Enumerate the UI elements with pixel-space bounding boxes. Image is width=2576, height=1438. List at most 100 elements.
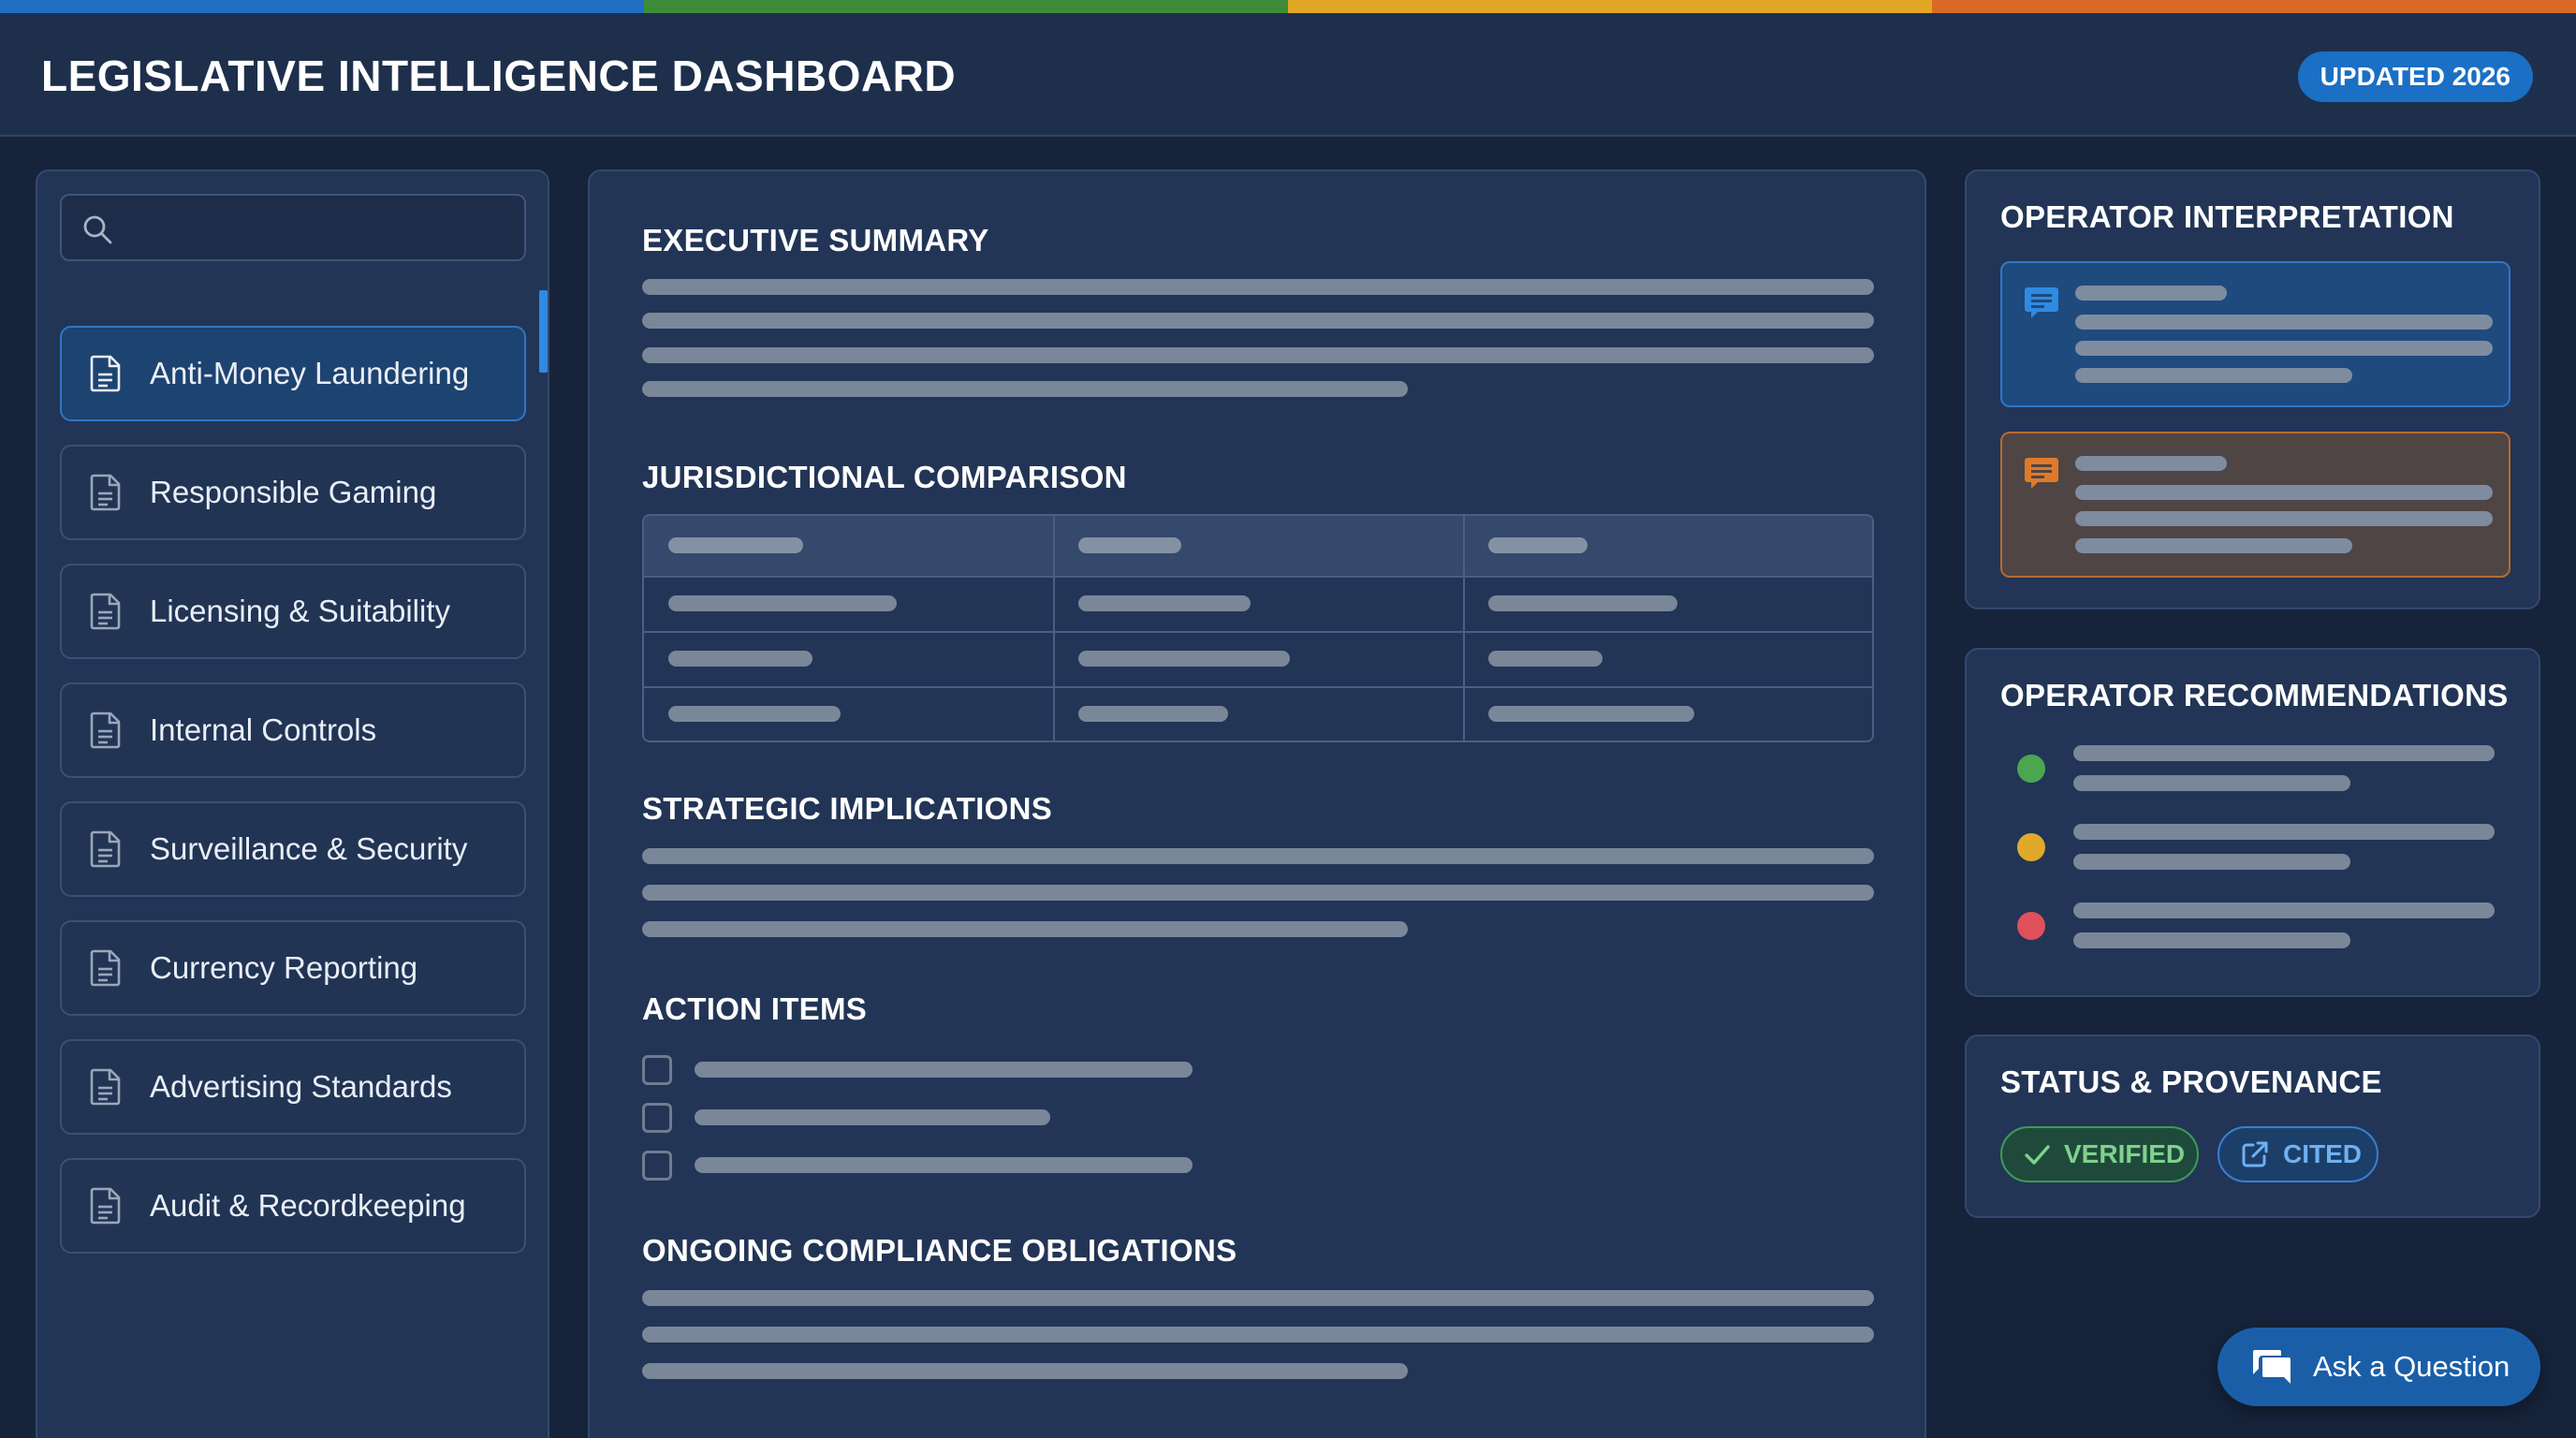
table-cell (1078, 706, 1228, 722)
operator-interpretation-panel: OPERATOR INTERPRETATION (1965, 169, 2540, 609)
panel-heading-recommendations: OPERATOR RECOMMENDATIONS (2000, 678, 2509, 712)
table-cell (1078, 651, 1290, 667)
document-icon (90, 712, 121, 749)
action-item-text (695, 1157, 1193, 1173)
status-dot-red (2017, 912, 2045, 940)
panel-heading-interpretation: OPERATOR INTERPRETATION (2000, 199, 2454, 234)
panel-heading-status: STATUS & PROVENANCE (2000, 1064, 2382, 1099)
action-item-text (695, 1062, 1193, 1078)
text-line-placeholder (642, 885, 1874, 901)
status-dot-green (2017, 755, 2045, 783)
sidebar-item-label: Audit & Recordkeeping (150, 1188, 466, 1223)
header-bar: LEGISLATIVE INTELLIGENCE DASHBOARD UPDAT… (0, 13, 2576, 137)
recommendation-text (2073, 902, 2495, 918)
table-divider (644, 686, 1872, 688)
document-icon (90, 355, 121, 392)
sidebar-item[interactable]: Audit & Recordkeeping (60, 1158, 526, 1254)
table-header-row (644, 516, 1872, 576)
accent-segment-blue (0, 0, 644, 13)
table-divider (1463, 516, 1465, 741)
sidebar-item[interactable]: Licensing & Suitability (60, 564, 526, 659)
search-input[interactable] (127, 205, 511, 252)
search-box[interactable] (60, 194, 526, 261)
section-heading-jurisdictional-comparison: JURISDICTIONAL COMPARISON (642, 460, 1127, 494)
sidebar-item-label: Currency Reporting (150, 950, 418, 985)
ask-question-button[interactable]: Ask a Question (2217, 1328, 2540, 1406)
accent-strip (0, 0, 2576, 13)
interpretation-card[interactable] (2000, 432, 2510, 578)
section-heading-strategic-implications: STRATEGIC IMPLICATIONS (642, 791, 1053, 826)
text-line-placeholder (642, 1363, 1408, 1379)
sidebar-item-label: Surveillance & Security (150, 831, 468, 866)
recommendation-text (2073, 824, 2495, 840)
sidebar-item[interactable]: Advertising Standards (60, 1039, 526, 1135)
sidebar-item-label: Advertising Standards (150, 1069, 452, 1104)
table-header-cell (1488, 537, 1588, 553)
sidebar-item[interactable]: Responsible Gaming (60, 445, 526, 540)
action-item-checkbox[interactable] (642, 1151, 672, 1181)
operator-recommendations-panel: OPERATOR RECOMMENDATIONS (1965, 648, 2540, 997)
text-line-placeholder (642, 1290, 1874, 1306)
verified-label: VERIFIED (2064, 1139, 2186, 1168)
chat-icon (2253, 1350, 2291, 1384)
document-icon (90, 949, 121, 987)
document-icon (90, 830, 121, 868)
table-cell (1078, 595, 1251, 611)
comment-icon (2025, 287, 2058, 318)
accent-segment-green (644, 0, 1288, 13)
sidebar: Anti-Money Laundering Responsible Gaming L… (36, 169, 549, 1438)
section-heading-action-items: ACTION ITEMS (642, 991, 868, 1026)
text-line-placeholder (2075, 341, 2493, 356)
search-icon (83, 215, 112, 244)
text-line-placeholder (642, 279, 1874, 295)
main-content: EXECUTIVE SUMMARY JURISDICTIONAL COMPARI… (588, 169, 1926, 1438)
sidebar-item-label: Responsible Gaming (150, 475, 437, 509)
text-line-placeholder (2075, 315, 2493, 330)
text-line-placeholder (642, 848, 1874, 864)
text-line-placeholder (642, 347, 1874, 363)
document-icon (90, 593, 121, 630)
text-line-placeholder (642, 921, 1408, 937)
sidebar-item[interactable]: Surveillance & Security (60, 801, 526, 897)
accent-segment-orange (1932, 0, 2576, 13)
external-link-icon (2242, 1141, 2268, 1167)
recommendation-text (2073, 745, 2495, 761)
text-line-placeholder (2075, 368, 2352, 383)
cited-label: CITED (2283, 1139, 2362, 1168)
table-cell (668, 595, 897, 611)
sidebar-item[interactable]: Internal Controls (60, 682, 526, 778)
text-line-placeholder (2075, 538, 2352, 553)
recommendation-text (2073, 775, 2350, 791)
table-cell (1488, 706, 1694, 722)
table-header-cell (1078, 537, 1181, 553)
document-icon (90, 1068, 121, 1106)
sidebar-item[interactable]: Currency Reporting (60, 920, 526, 1016)
action-item-checkbox[interactable] (642, 1103, 672, 1133)
sidebar-item[interactable]: Anti-Money Laundering (60, 326, 526, 421)
interpretation-card[interactable] (2000, 261, 2510, 407)
action-item-checkbox[interactable] (642, 1055, 672, 1085)
sidebar-item-label: Internal Controls (150, 712, 377, 747)
recommendation-text (2073, 854, 2350, 870)
table-cell (1488, 651, 1603, 667)
document-icon (90, 1187, 121, 1225)
sidebar-item-label: Anti-Money Laundering (150, 356, 470, 390)
text-line-placeholder (2075, 511, 2493, 526)
text-line-placeholder (642, 381, 1408, 397)
text-line-placeholder (2075, 286, 2227, 301)
section-heading-executive-summary: EXECUTIVE SUMMARY (642, 223, 989, 257)
document-icon (90, 474, 121, 511)
comment-icon (2025, 458, 2058, 489)
action-item-text (695, 1109, 1050, 1125)
verified-badge[interactable]: VERIFIED (2000, 1126, 2199, 1182)
table-cell (668, 706, 841, 722)
status-dot-yellow (2017, 833, 2045, 861)
recommendation-text (2073, 932, 2350, 948)
cited-badge[interactable]: CITED (2217, 1126, 2378, 1182)
ask-question-label: Ask a Question (2313, 1350, 2510, 1383)
section-heading-ongoing-obligations: ONGOING COMPLIANCE OBLIGATIONS (642, 1233, 1237, 1268)
table-divider (1053, 516, 1055, 741)
sidebar-item-label: Licensing & Suitability (150, 594, 451, 628)
status-provenance-panel: STATUS & PROVENANCE VERIFIED CITED (1965, 1034, 2540, 1218)
text-line-placeholder (2075, 485, 2493, 500)
